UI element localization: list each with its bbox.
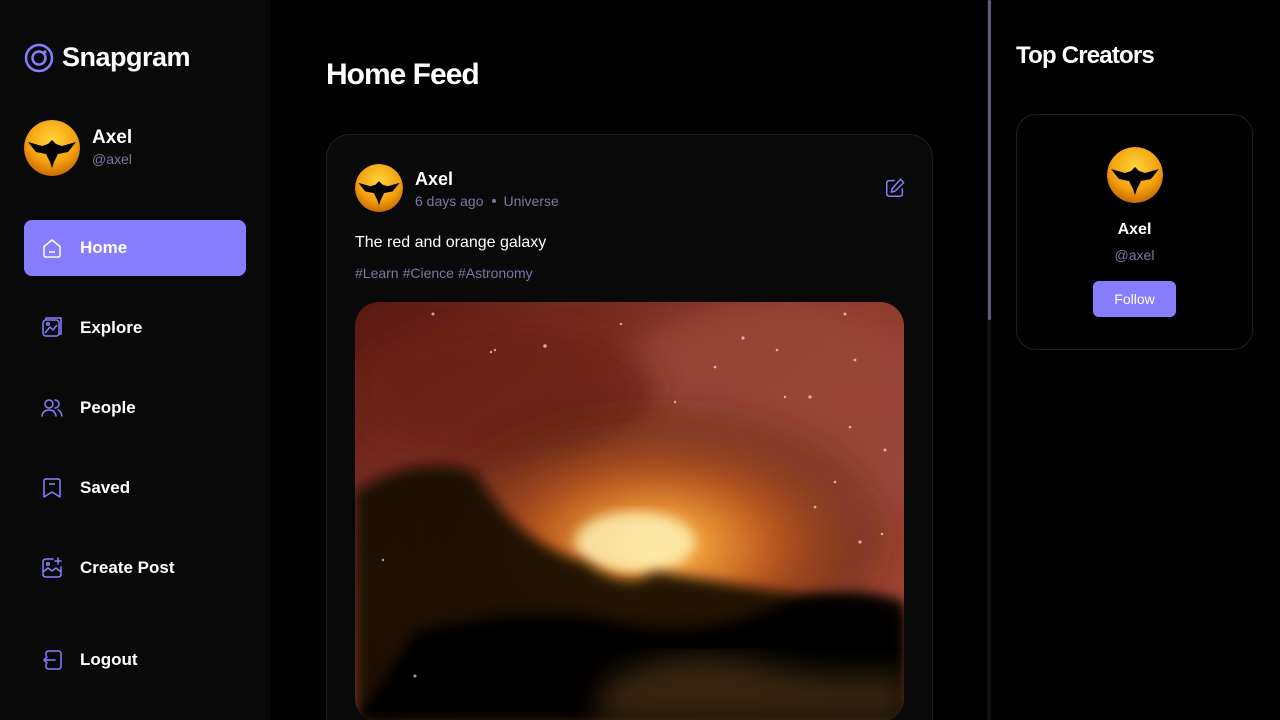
post-location: Universe [503,192,559,209]
sidebar-item-label: Create Post [80,558,175,577]
page-title: Home Feed [326,58,480,91]
post-tags: #Learn #Cience #Astronomy [355,265,533,281]
people-icon [41,399,63,417]
creator-card[interactable]: Axel @axel Follow [1016,114,1253,350]
home-icon [43,239,61,258]
post-header-text: Axel 6 days ago Universe [415,168,559,209]
logout-label: Logout [80,650,138,669]
sidebar-item-people[interactable]: People [24,380,246,436]
bookmark-icon [43,478,61,498]
creator-avatar[interactable] [1107,147,1163,203]
app-name: Snapgram [62,42,191,72]
scrollbar-thumb[interactable] [988,0,991,320]
profile-text: Axel @axel [92,127,132,169]
creator-name: Axel [1117,221,1152,238]
tag[interactable]: #Cience [403,265,454,281]
top-creators-title: Top Creators [1016,42,1155,69]
sidebar-item-label: Home [80,238,128,257]
logo-icon [24,43,54,72]
creator-handle: @axel [1114,247,1155,263]
post-meta: 6 days ago Universe [415,193,559,209]
sidebar-item-home[interactable]: Home [24,220,246,276]
main-feed: Home Feed Axel 6 days ago Universe The r… [270,0,990,720]
post-author-avatar[interactable] [355,164,403,212]
right-panel: Top Creators Axel @axel Follow [992,0,1280,720]
profile-handle: @axel [92,151,132,167]
tag[interactable]: #Astronomy [458,265,533,281]
sidebar-item-label: Saved [80,478,131,497]
sidebar-item-explore[interactable]: Explore [24,300,246,356]
user-profile[interactable]: Axel @axel [24,120,132,176]
explore-icon [42,317,62,337]
tag[interactable]: #Learn [355,265,399,281]
sidebar-item-saved[interactable]: Saved [24,460,246,516]
left-sidebar: Snapgram Axel @axel Home Explore People … [0,0,270,720]
edit-icon[interactable] [884,177,906,199]
post-header[interactable]: Axel 6 days ago Universe [355,164,559,212]
sidebar-nav: Home Explore People Saved Create Post [24,220,246,620]
sidebar-item-label: People [80,398,136,417]
logout-icon [43,650,62,670]
separator-dot [491,198,496,203]
logout-button[interactable]: Logout [24,632,246,688]
post-image[interactable] [355,302,904,720]
logo[interactable]: Snapgram [24,42,191,73]
follow-button[interactable]: Follow [1093,281,1176,317]
post-caption: The red and orange galaxy [355,234,547,251]
image-add-icon [42,557,62,578]
avatar [24,120,80,176]
sidebar-item-label: Explore [80,318,143,337]
post-time: 6 days ago [415,192,484,209]
sidebar-item-create-post[interactable]: Create Post [24,540,246,596]
profile-name: Axel [92,127,133,148]
post-author[interactable]: Axel [415,168,559,190]
post-card: Axel 6 days ago Universe The red and ora… [326,134,933,720]
